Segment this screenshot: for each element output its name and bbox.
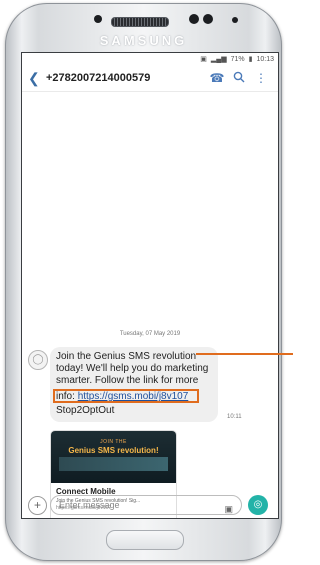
- callout-arrow-line: [196, 353, 293, 355]
- front-camera-icon: [189, 14, 199, 24]
- contact-avatar-icon[interactable]: ◯: [28, 350, 48, 370]
- earpiece-speaker: [111, 17, 169, 27]
- light-sensor-icon: [232, 17, 238, 23]
- message-input-placeholder: Enter message: [59, 500, 120, 510]
- conversation-header: ❮ +2782007214000579 ☎ ⋮: [22, 65, 278, 92]
- more-options-icon[interactable]: ⋮: [250, 71, 272, 85]
- message-time: 10:11: [227, 414, 242, 420]
- message-line-2: today! We'll help you do marketing: [56, 363, 209, 374]
- date-divider: Tuesday, 07 May 2019: [119, 331, 181, 337]
- message-line-1: Join the Genius SMS revolution: [56, 351, 197, 362]
- search-icon[interactable]: [228, 71, 250, 86]
- call-icon[interactable]: ☎: [206, 71, 228, 85]
- message-bubble[interactable]: Join the Genius SMS revolution today! We…: [50, 347, 218, 422]
- clock: 10:13: [256, 55, 274, 63]
- back-arrow-icon[interactable]: ❮: [28, 70, 46, 87]
- preview-image-band: [59, 457, 168, 471]
- add-attachment-icon[interactable]: +: [28, 495, 47, 515]
- battery-level: 71%: [230, 55, 245, 63]
- signal-icon: ▂▄▆: [210, 56, 227, 63]
- message-line-5: Stop2OptOut: [56, 405, 115, 416]
- message-thread[interactable]: Tuesday, 07 May 2019 ◯ Join the Genius S…: [22, 92, 278, 518]
- message-input[interactable]: Enter message ▣: [50, 495, 242, 515]
- sticker-icon[interactable]: ▣: [224, 500, 233, 518]
- brand-logo: SAMSUNG: [99, 33, 188, 48]
- screen: ▣ ▂▄▆ 71% ▮ 10:13 ❮ +2782007214000579 ☎ …: [22, 53, 278, 518]
- battery-icon: ▮: [248, 56, 253, 63]
- compose-bar: + Enter message ▣ ◎: [22, 492, 278, 518]
- voice-send-icon[interactable]: ◎: [248, 495, 268, 515]
- home-button[interactable]: [106, 530, 184, 550]
- preview-image-subtitle: JOIN THE: [100, 439, 127, 445]
- proximity-sensor-icon: [203, 14, 213, 24]
- notification-icon: ▣: [200, 56, 207, 63]
- link-highlight-box: [53, 389, 199, 403]
- phone-body: SAMSUNG ▣ ▂▄▆ 71% ▮ 10:13 ❮ +27820072140…: [5, 3, 282, 561]
- status-bar: ▣ ▂▄▆ 71% ▮ 10:13: [22, 53, 278, 65]
- sensor-icon: [94, 15, 102, 23]
- message-line-3: smarter. Follow the link for more: [56, 375, 199, 386]
- contact-name: +2782007214000579: [46, 72, 151, 84]
- link-preview-image: JOIN THE Genius SMS revolution!: [51, 431, 176, 483]
- preview-image-title: Genius SMS revolution!: [68, 446, 159, 455]
